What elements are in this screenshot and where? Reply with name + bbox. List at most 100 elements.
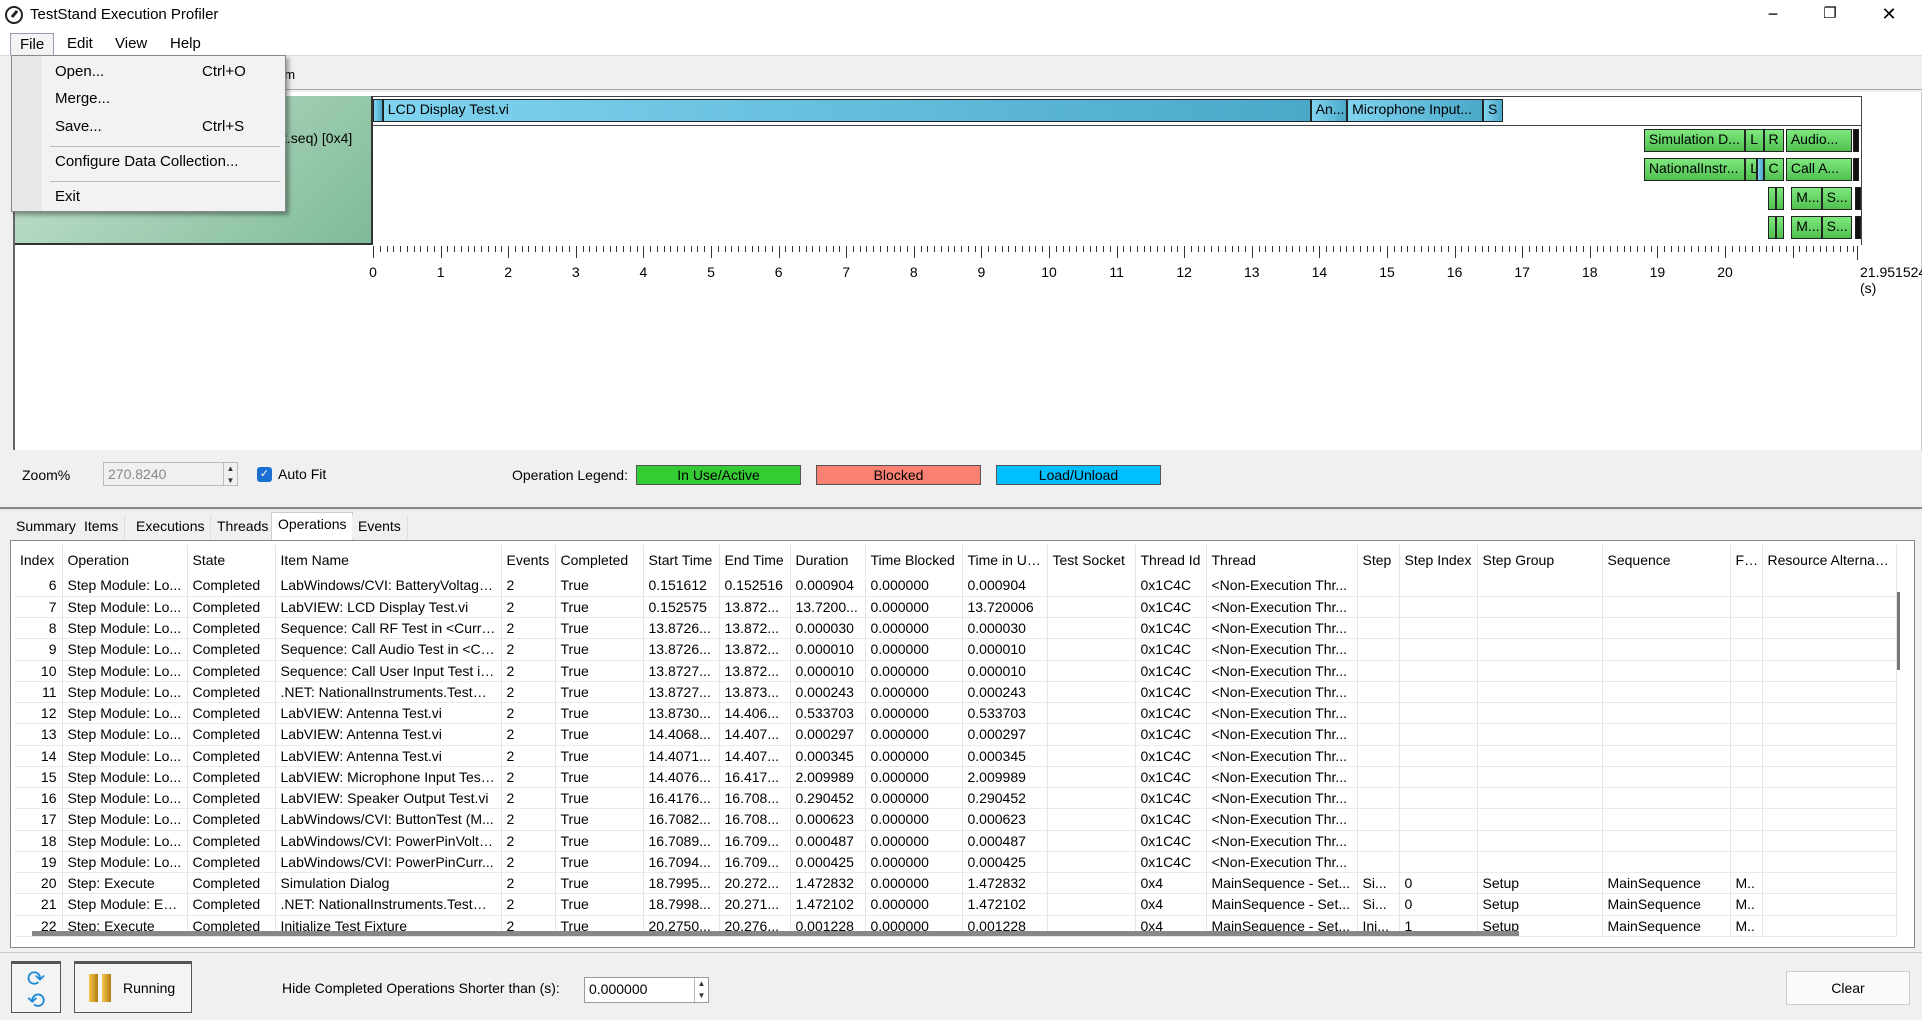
axis-tick xyxy=(589,246,591,252)
panel-splitter[interactable] xyxy=(0,507,1922,511)
operation-bar[interactable] xyxy=(1853,158,1860,181)
table-row[interactable]: 17 Step Module: Lo... Completed LabWindows/… xyxy=(15,808,1897,831)
thread-row-label[interactable]: t.seq) [0x4] xyxy=(283,130,352,146)
minimize-button[interactable]: − xyxy=(1745,0,1801,30)
table-row[interactable]: 15 Step Module: Lo... Completed LabVIEW: Mi… xyxy=(15,766,1897,789)
hide-threshold-input[interactable]: 0.000000 ▲ ▼ xyxy=(584,977,709,1003)
table-cell: True xyxy=(555,596,644,619)
clear-button[interactable]: Clear xyxy=(1786,971,1910,1005)
table-row[interactable]: 16 Step Module: Lo... Completed LabVIEW: Sp… xyxy=(15,787,1897,810)
column-header[interactable]: Step Index xyxy=(1399,545,1478,575)
column-header[interactable]: Thread xyxy=(1206,545,1358,575)
operation-bar[interactable] xyxy=(1767,187,1776,210)
column-header[interactable]: Thread Id xyxy=(1135,545,1207,575)
column-header[interactable]: Events xyxy=(501,545,556,575)
tab-operations[interactable]: Operations xyxy=(271,512,354,540)
restore-button[interactable]: ❐ xyxy=(1802,0,1858,30)
operation-bar[interactable]: Microphone Input... xyxy=(1347,99,1483,122)
tab-items[interactable]: Items xyxy=(78,515,126,539)
table-row[interactable]: 7 Step Module: Lo... Completed LabVIEW: LCD… xyxy=(15,596,1897,619)
table-cell: Sequence: Call User Input Test in... xyxy=(275,660,502,682)
table-row[interactable]: 14 Step Module: Lo... Completed LabVIEW: An… xyxy=(15,745,1897,767)
table-row[interactable]: 21 Step Module: Ex... Completed .NET: Natio… xyxy=(15,893,1897,916)
operation-bar[interactable] xyxy=(1854,216,1861,239)
menu-help[interactable]: Help xyxy=(161,33,210,55)
refresh-button[interactable]: ⟳ ⟲ xyxy=(11,961,61,1013)
operation-bar[interactable]: L xyxy=(1745,129,1764,152)
menu-file[interactable]: File xyxy=(10,33,55,55)
operation-bar[interactable] xyxy=(1854,187,1861,210)
horizontal-scrollbar[interactable] xyxy=(32,931,1519,936)
table-row[interactable]: 10 Step Module: Lo... Completed Sequence: C… xyxy=(15,660,1897,682)
operation-bar[interactable]: M... xyxy=(1791,187,1822,210)
operation-bar[interactable] xyxy=(1775,216,1785,239)
operation-bar[interactable] xyxy=(373,99,383,122)
vertical-scrollbar[interactable] xyxy=(1897,592,1900,670)
hide-threshold-spinner[interactable]: ▲ ▼ xyxy=(694,978,708,1002)
zoom-input[interactable]: 270.8240 ▲ ▼ xyxy=(103,462,238,486)
operation-bar[interactable] xyxy=(1853,129,1860,152)
table-cell: MainSequence - Set... xyxy=(1206,872,1358,895)
operation-bar[interactable]: Call A... xyxy=(1785,158,1853,181)
table-row[interactable]: 19 Step Module: Lo... Completed LabWindows/… xyxy=(15,851,1897,874)
operation-bar[interactable]: M... xyxy=(1791,216,1822,239)
operation-bar[interactable]: An... xyxy=(1310,99,1348,122)
tab-summary[interactable]: Summary xyxy=(10,515,83,539)
table-cell xyxy=(1602,681,1731,704)
operation-bar[interactable] xyxy=(1775,187,1785,210)
zoom-spinner[interactable]: ▲ ▼ xyxy=(223,463,237,485)
operation-bar[interactable]: C xyxy=(1763,158,1785,181)
column-header[interactable]: Time Blocked xyxy=(865,545,963,575)
tab-executions[interactable]: Executions xyxy=(130,515,212,539)
tab-events[interactable]: Events xyxy=(352,515,408,539)
menu-item-exit[interactable]: Exit xyxy=(12,185,285,209)
axis-tick-label: 13 xyxy=(1244,264,1260,280)
table-cell xyxy=(1477,596,1603,619)
close-button[interactable]: ✕ xyxy=(1861,0,1917,30)
menu-item-configure-data-collection[interactable]: Configure Data Collection... xyxy=(12,150,285,174)
menu-item-merge[interactable]: Merge... xyxy=(12,87,285,111)
column-header[interactable]: Step xyxy=(1357,545,1400,575)
column-header[interactable]: Item Name xyxy=(275,545,502,575)
menu-view[interactable]: View xyxy=(106,33,156,55)
table-row[interactable]: 8 Step Module: Lo... Completed Sequence: Ca… xyxy=(15,617,1897,640)
menu-item-open[interactable]: Open... Ctrl+O xyxy=(12,60,285,84)
operation-bar[interactable]: Audio... xyxy=(1785,129,1853,152)
column-header[interactable]: Resource Alternative xyxy=(1762,545,1897,575)
timeline-area[interactable]: LCD Display Test.vi An... Microphone Input… xyxy=(373,96,1862,245)
table-row[interactable]: 6 Step Module: Lo... Completed LabWindows/C… xyxy=(15,575,1897,597)
table-row[interactable]: 18 Step Module: Lo... Completed LabWindows/… xyxy=(15,830,1897,852)
running-button[interactable]: Running xyxy=(74,961,192,1013)
column-header[interactable]: Step Group xyxy=(1477,545,1603,575)
menu-item-save[interactable]: Save... Ctrl+S xyxy=(12,115,285,139)
tab-threads[interactable]: Threads xyxy=(211,515,276,539)
column-header[interactable]: Sequence xyxy=(1602,545,1731,575)
column-header[interactable]: Operation xyxy=(62,545,188,575)
column-header[interactable]: State xyxy=(187,545,276,575)
operation-bar[interactable]: LCD Display Test.vi xyxy=(382,99,1311,122)
table-row[interactable]: 9 Step Module: Lo... Completed Sequence: Ca… xyxy=(15,638,1897,661)
operation-bar[interactable]: Simulation D... xyxy=(1643,129,1746,152)
table-row[interactable]: 11 Step Module: Lo... Completed .NET: Natio… xyxy=(15,681,1897,704)
menu-edit[interactable]: Edit xyxy=(58,33,102,55)
table-row[interactable]: 12 Step Module: Lo... Completed LabVIEW: An… xyxy=(15,702,1897,725)
operation-bar[interactable]: S... xyxy=(1821,187,1853,210)
autofit-checkbox[interactable]: ✓ xyxy=(257,467,272,482)
table-row[interactable]: 13 Step Module: Lo... Completed LabVIEW: An… xyxy=(15,723,1897,746)
operation-bar[interactable]: R xyxy=(1763,129,1785,152)
column-header[interactable]: Completed xyxy=(555,545,644,575)
column-header[interactable]: Index xyxy=(15,545,63,575)
operation-bar[interactable] xyxy=(1767,216,1776,239)
column-header[interactable]: Time in Use xyxy=(962,545,1048,575)
table-cell xyxy=(1047,830,1136,852)
table-row[interactable]: 20 Step: Execute Completed Simulation Dialo… xyxy=(15,872,1897,895)
column-header[interactable]: File xyxy=(1730,545,1763,575)
operation-bar[interactable]: S... xyxy=(1821,216,1853,239)
operation-bar[interactable]: NationalInstr... xyxy=(1643,158,1746,181)
operation-bar[interactable]: L xyxy=(1745,158,1758,181)
column-header[interactable]: Duration xyxy=(790,545,866,575)
operation-bar[interactable]: S xyxy=(1482,99,1503,122)
column-header[interactable]: End Time xyxy=(719,545,791,575)
column-header[interactable]: Test Socket xyxy=(1047,545,1136,575)
column-header[interactable]: Start Time xyxy=(643,545,720,575)
